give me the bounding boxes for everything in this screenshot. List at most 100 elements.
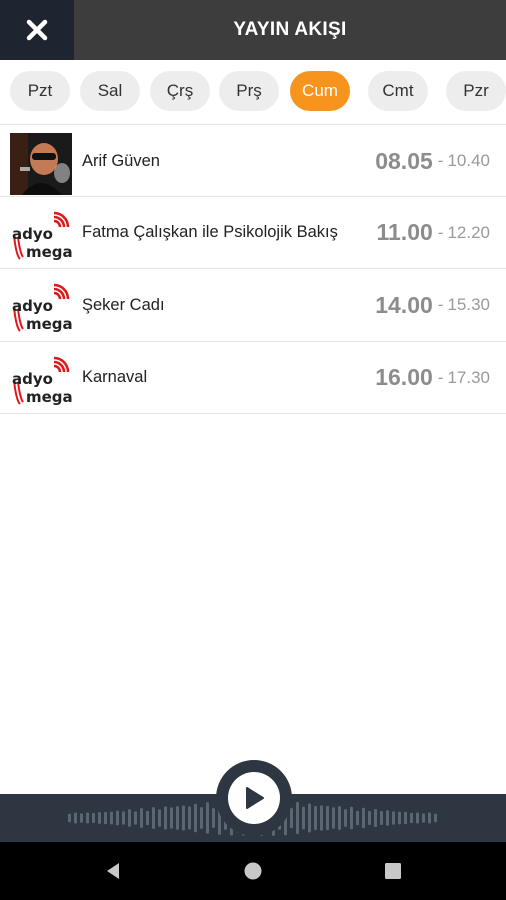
waveform-bar: [110, 811, 113, 825]
logo-text-bottom: mega: [26, 315, 72, 333]
waveform-bar: [392, 811, 395, 825]
show-time: 14.00 - 15.30: [375, 269, 490, 341]
play-icon: [246, 787, 264, 809]
waveform-bar: [140, 808, 143, 828]
schedule-row[interactable]: adyo mega Fatma Çalışkan ile Psikolojik …: [0, 197, 506, 269]
show-name: Şeker Cadı: [82, 295, 165, 314]
end-time: 10.40: [447, 151, 490, 170]
start-time: 08.05: [375, 147, 433, 174]
waveform-bar: [326, 805, 329, 831]
waveform-bar: [338, 806, 341, 830]
waveform-bar: [98, 812, 101, 824]
waveform-bar: [104, 811, 107, 825]
waveform-bar: [368, 811, 371, 825]
logo-text-top: adyo: [12, 370, 53, 388]
back-icon: [107, 863, 119, 879]
logo-text-bottom: mega: [26, 243, 72, 261]
waveform-bar: [404, 811, 407, 825]
logo-text-top: adyo: [12, 225, 53, 243]
start-time: 16.00: [375, 364, 433, 390]
show-name: Arif Güven: [82, 151, 160, 170]
waveform-bar: [158, 809, 161, 827]
end-time: 12.20: [447, 222, 490, 242]
close-icon: [26, 19, 48, 41]
waveform-bar: [350, 806, 353, 830]
waveform-bar: [80, 813, 83, 823]
waveform-bar: [146, 810, 149, 826]
end-time: 15.30: [447, 295, 490, 314]
home-icon: [244, 862, 262, 880]
waveform-bar: [122, 811, 125, 825]
waveform-bar: [212, 808, 215, 828]
schedule-row[interactable]: adyo mega Şeker Cadı 14.00 - 15.30: [0, 269, 506, 342]
waveform-bar: [314, 806, 317, 830]
recents-icon: [385, 863, 401, 879]
waveform-bar: [134, 811, 137, 825]
waveform-bar: [74, 812, 77, 824]
play-button[interactable]: [216, 760, 292, 836]
day-tab-sunday[interactable]: Pzr: [446, 71, 506, 111]
logo-text-bottom: mega: [26, 388, 72, 406]
waveform-bar: [296, 801, 299, 835]
time-separator: -: [437, 295, 444, 314]
waveform-bar: [290, 807, 293, 829]
show-name: Fatma Çalışkan ile Psikolojik Bakış: [82, 223, 338, 241]
waveform-bar: [188, 806, 191, 830]
day-tab-friday[interactable]: Cum: [290, 71, 350, 111]
waveform-bar: [344, 809, 347, 827]
waveform-bar: [374, 808, 377, 828]
waveform-bar: [302, 806, 305, 830]
schedule-row[interactable]: Arif Güven 08.05 - 10.40: [0, 124, 506, 197]
show-time: 16.00 - 17.30: [375, 342, 490, 414]
waveform-bar: [380, 810, 383, 826]
waveform-bar: [128, 809, 131, 827]
waveform-bar: [92, 813, 95, 823]
day-tab-tuesday[interactable]: Sal: [80, 71, 140, 111]
nav-recents-button[interactable]: [378, 856, 408, 886]
waveform-bar: [68, 813, 71, 823]
system-nav-bar: [0, 842, 506, 900]
waveform-bar: [386, 810, 389, 826]
waveform-bar: [176, 806, 179, 830]
day-selector: Pzt Sal Çrş Prş Cum Cmt Pzr: [0, 60, 506, 124]
close-button[interactable]: [0, 0, 74, 60]
schedule-row[interactable]: adyo mega Karnaval 16.00 - 17.30: [0, 342, 506, 414]
waveform-bar: [416, 812, 419, 824]
time-separator: -: [437, 151, 444, 170]
radyo-mega-logo: adyo mega: [10, 204, 72, 267]
waveform-bar: [170, 807, 173, 829]
show-time: 08.05 - 10.40: [375, 125, 490, 197]
time-separator: -: [437, 367, 444, 387]
nav-back-button[interactable]: [98, 856, 128, 886]
waveform-bar: [428, 812, 431, 824]
waveform-bar: [200, 807, 203, 829]
radyo-mega-logo: adyo mega: [10, 349, 72, 412]
day-tab-thursday[interactable]: Prş: [219, 71, 279, 111]
start-time: 11.00: [376, 219, 433, 245]
waveform-bar: [434, 813, 437, 823]
start-time: 14.00: [375, 291, 433, 318]
waveform-bar: [398, 811, 401, 825]
time-separator: -: [437, 222, 444, 242]
waveform-bar: [206, 802, 209, 834]
waveform-bar: [422, 813, 425, 823]
app-header: YAYIN AKIŞI: [0, 0, 506, 60]
waveform-bar: [164, 806, 167, 830]
day-tab-wednesday[interactable]: Çrş: [150, 71, 210, 111]
show-time: 11.00 - 12.20: [376, 197, 490, 269]
day-tab-saturday[interactable]: Cmt: [368, 71, 428, 111]
logo-text-top: adyo: [12, 297, 53, 315]
play-button-inner: [228, 772, 280, 824]
waveform-bar: [308, 803, 311, 833]
host-photo: [10, 133, 72, 195]
waveform-bar: [116, 810, 119, 826]
day-tab-monday[interactable]: Pzt: [10, 71, 70, 111]
waveform-bar: [194, 803, 197, 833]
waveform-bar: [152, 807, 155, 829]
end-time: 17.30: [447, 367, 490, 387]
waveform-bar: [320, 805, 323, 831]
waveform-bar: [332, 807, 335, 829]
nav-home-button[interactable]: [238, 856, 268, 886]
waveform-bar: [410, 812, 413, 824]
schedule-list: Arif Güven 08.05 - 10.40 adyo mega Fatma…: [0, 124, 506, 414]
